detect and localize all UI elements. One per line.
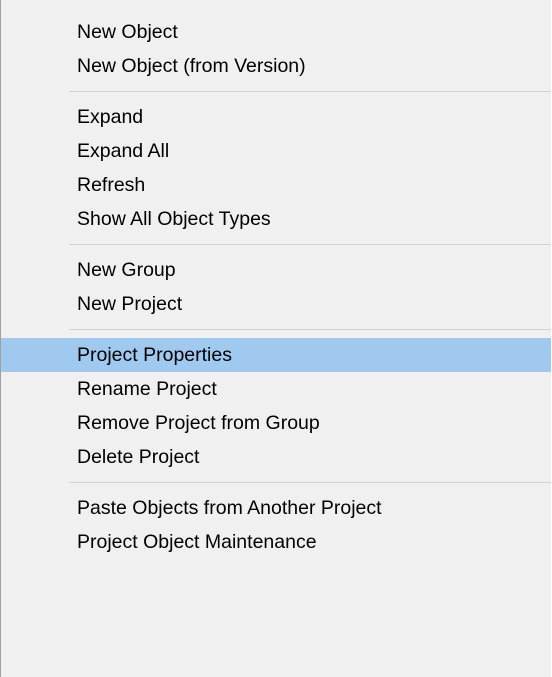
- menu-item-new-group[interactable]: New Group: [1, 253, 551, 287]
- menu-item-show-all-object-types[interactable]: Show All Object Types: [1, 202, 551, 236]
- menu-item-expand[interactable]: Expand: [1, 100, 551, 134]
- menu-group-new: New Group New Project: [1, 253, 551, 321]
- menu-item-new-object[interactable]: New Object: [1, 15, 551, 49]
- menu-separator: [69, 329, 551, 330]
- menu-item-refresh[interactable]: Refresh: [1, 168, 551, 202]
- menu-item-remove-project-from-group[interactable]: Remove Project from Group: [1, 406, 551, 440]
- menu-item-project-properties[interactable]: Project Properties: [1, 338, 551, 372]
- menu-group-project: Project Properties Rename Project Remove…: [1, 338, 551, 474]
- context-menu: New Object New Object (from Version) Exp…: [0, 0, 551, 677]
- menu-item-new-project[interactable]: New Project: [1, 287, 551, 321]
- menu-separator: [69, 91, 551, 92]
- menu-separator: [69, 482, 551, 483]
- menu-item-paste-objects-from-another-project[interactable]: Paste Objects from Another Project: [1, 491, 551, 525]
- menu-item-delete-project[interactable]: Delete Project: [1, 440, 551, 474]
- menu-separator: [69, 244, 551, 245]
- menu-item-rename-project[interactable]: Rename Project: [1, 372, 551, 406]
- menu-item-expand-all[interactable]: Expand All: [1, 134, 551, 168]
- menu-item-new-object-from-version[interactable]: New Object (from Version): [1, 49, 551, 83]
- menu-group-view: Expand Expand All Refresh Show All Objec…: [1, 100, 551, 236]
- menu-group-new-object: New Object New Object (from Version): [1, 0, 551, 83]
- menu-item-project-object-maintenance[interactable]: Project Object Maintenance: [1, 525, 551, 559]
- menu-group-objects: Paste Objects from Another Project Proje…: [1, 491, 551, 559]
